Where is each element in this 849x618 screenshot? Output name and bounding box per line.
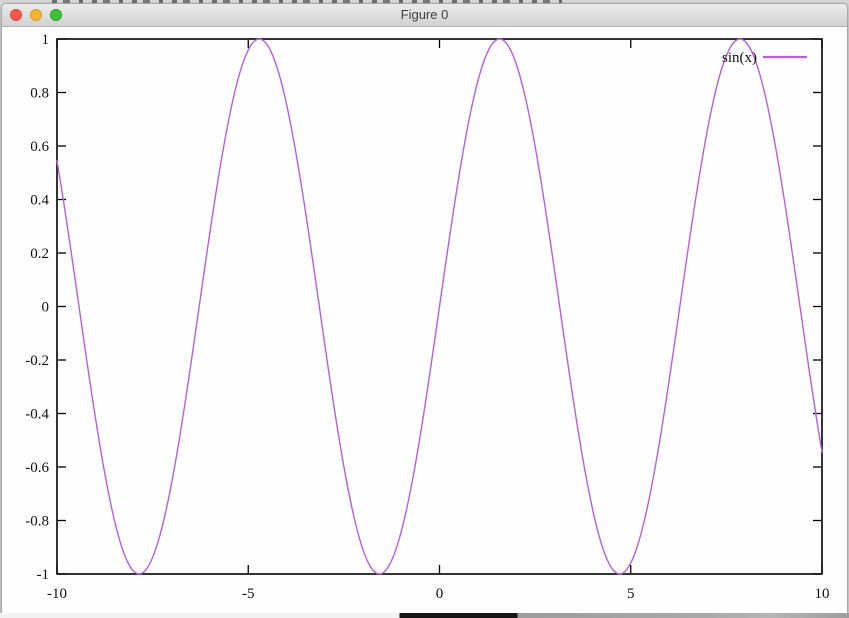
x-tick-label: -5 [242, 586, 255, 602]
traffic-lights [10, 4, 62, 26]
y-tick-label: 0.4 [30, 193, 49, 209]
curve-sinx [57, 39, 822, 574]
x-tick-label: -10 [47, 586, 67, 602]
legend-label: sin(x) [722, 50, 757, 66]
y-tick-label: 0.2 [30, 246, 49, 262]
plot-canvas: -1 -0.8 -0.6 -0.4 -0.2 0 0.2 0.4 0.6 0.8 1 -10 -5 0 5 1… [2, 27, 845, 612]
x-tick-label: 0 [436, 586, 444, 602]
y-tick-label: -0.4 [25, 407, 49, 423]
x-tick-label: 5 [627, 586, 635, 602]
y-tick-label: 0 [42, 300, 50, 316]
title-bar[interactable]: Figure 0 [2, 4, 847, 27]
y-tick-label: 0.8 [30, 86, 49, 102]
y-tick-label: -0.2 [25, 353, 49, 369]
close-button[interactable] [10, 9, 22, 21]
figure-window: Figure 0 -1 -0.8 -0.6 -0.4 -0.2 0 0.2 0.4 0.6 0.8… [1, 3, 848, 615]
background-window-bottom-fragment [0, 613, 849, 618]
y-tick-label: 0.6 [30, 139, 49, 155]
y-tick-label: -0.8 [25, 514, 49, 530]
window-title: Figure 0 [2, 4, 847, 26]
zoom-button[interactable] [50, 9, 62, 21]
y-tick-label: -1 [37, 567, 50, 583]
minimize-button[interactable] [30, 9, 42, 21]
plot-svg: -1 -0.8 -0.6 -0.4 -0.2 0 0.2 0.4 0.6 0.8 1 -10 -5 0 5 1… [2, 27, 845, 612]
y-tick-label: -0.6 [25, 460, 49, 476]
y-tick-label: 1 [42, 32, 50, 48]
x-tick-label: 10 [815, 586, 830, 602]
